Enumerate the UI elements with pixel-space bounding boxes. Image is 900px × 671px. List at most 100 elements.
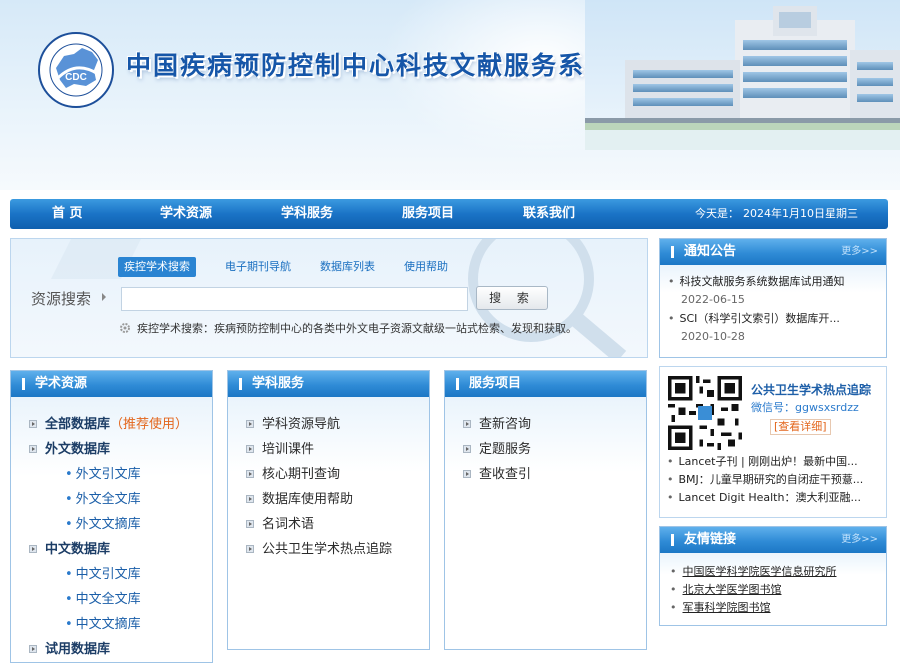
panel-body: 查新咨询 定题服务 查收查引 (445, 397, 646, 649)
arrow-bullet-icon (29, 445, 37, 453)
tab-cdc-academic-search[interactable]: 疾控学术搜索 (118, 257, 196, 277)
novelty-search-link[interactable]: 查新咨询 (463, 412, 531, 437)
header-bar-icon (671, 534, 674, 546)
header-bar-icon (456, 378, 459, 390)
dot-icon: • (65, 617, 73, 632)
nav-contact-us[interactable]: 联系我们 (523, 199, 575, 229)
link-label: 外文引文库 (75, 467, 141, 482)
nav-home[interactable]: 首 页 (52, 199, 83, 229)
dot-icon: • (65, 567, 73, 582)
header-bar-icon (671, 246, 674, 258)
date-display: 今天是： 2024年1月10日星期三 (695, 199, 858, 229)
link-label: 军事科学院图书馆 (682, 601, 771, 614)
wechat-box: 公共卫生学术热点追踪 微信号：ggwsxsrdzz [查看详细] • Lancet… (659, 366, 887, 518)
link-label: 外文文摘库 (75, 517, 141, 532)
friendly-link[interactable]: • 北京大学医学图书馆 (670, 581, 782, 599)
friendly-link[interactable]: • 中国医学科学院医学信息研究所 (670, 563, 837, 581)
link-label: 公共卫生学术热点追踪 (262, 542, 393, 557)
panel-header: 学术资源 (11, 371, 212, 397)
notice-panel: 通知公告 更多>> • 科技文献服务系统数据库试用通知 2022-06-15 • S… (659, 238, 887, 358)
gear-icon (120, 323, 130, 333)
dot-icon: • (670, 565, 677, 578)
foreign-databases-link[interactable]: 外文数据库 (29, 437, 110, 462)
panel-title: 学术资源 (35, 376, 88, 391)
all-databases-link[interactable]: 全部数据库（推荐使用） (29, 412, 188, 437)
recommend-tag: （推荐使用） (110, 417, 189, 432)
tab-database-list[interactable]: 数据库列表 (320, 257, 375, 277)
wechat-article-item[interactable]: • Lancet子刊 | 刚刚出炉！最新中国... (667, 453, 879, 471)
panel-header: 通知公告 更多>> (660, 239, 886, 265)
more-link[interactable]: 更多>> (841, 527, 878, 553)
arrow-bullet-icon (246, 495, 254, 503)
arrow-bullet-icon (246, 470, 254, 478)
foreign-fulltext-db-link[interactable]: • 外文全文库 (65, 487, 141, 512)
view-detail-button[interactable]: [查看详细] (770, 419, 831, 435)
chinese-abstract-db-link[interactable]: • 中文文摘库 (65, 612, 141, 637)
article-title: Lancet子刊 | 刚刚出炉！最新中国... (678, 455, 858, 468)
panel-body: 学科资源导航 培训课件 核心期刊查询 数据库使用帮助 名词术语 公共卫生学术热点… (228, 397, 429, 649)
qr-code (668, 376, 742, 450)
link-label: 试用数据库 (45, 642, 111, 657)
search-input[interactable] (121, 287, 468, 311)
date-value: 2024年1月10日星期三 (743, 207, 858, 220)
friendly-links-panel: 友情链接 更多>> • 中国医学科学院医学信息研究所 • 北京大学医学图书馆 • 军事… (659, 526, 887, 626)
friendly-link[interactable]: • 军事科学院图书馆 (670, 599, 771, 617)
main-nav: 首 页 学术资源 学科服务 服务项目 联系我们 今天是： 2024年1月10日星期… (10, 199, 888, 229)
notice-item[interactable]: • 科技文献服务系统数据库试用通知 (668, 273, 878, 291)
tab-ejournal-navigation[interactable]: 电子期刊导航 (225, 257, 291, 277)
wechat-article-item[interactable]: • Lancet Digit Health：澳大利亚融... (667, 489, 879, 507)
trial-databases-link[interactable]: 试用数据库 (29, 637, 110, 662)
arrow-bullet-icon (246, 520, 254, 528)
panel-title: 通知公告 (684, 244, 737, 259)
header-bar-icon (239, 378, 242, 390)
link-label: 全部数据库 (45, 417, 111, 432)
citation-search-link[interactable]: 查收查引 (463, 462, 531, 487)
arrow-bullet-icon (246, 545, 254, 553)
nav-subject-services[interactable]: 学科服务 (281, 199, 333, 229)
wechat-article-item[interactable]: • BMJ：儿童早期研究的自闭症干预薏... (667, 471, 879, 489)
nav-service-items[interactable]: 服务项目 (402, 199, 454, 229)
subject-services-panel: 学科服务 学科资源导航 培训课件 核心期刊查询 数据库使用帮助 名词术语 公共卫… (227, 370, 430, 650)
dot-icon: • (667, 473, 674, 486)
link-label: 名词术语 (262, 517, 315, 532)
topic-service-link[interactable]: 定题服务 (463, 437, 531, 462)
cdc-logo[interactable]: CDC (36, 30, 116, 110)
foreign-citation-db-link[interactable]: • 外文引文库 (65, 462, 141, 487)
chinese-fulltext-db-link[interactable]: • 中文全文库 (65, 587, 141, 612)
dot-icon: • (65, 517, 73, 532)
article-title: Lancet Digit Health：澳大利亚融... (678, 491, 861, 504)
service-items-panel: 服务项目 查新咨询 定题服务 查收查引 (444, 370, 647, 650)
search-button[interactable]: 搜 索 (476, 286, 548, 310)
notice-item[interactable]: • SCI（科学引文索引）数据库开... (668, 310, 878, 328)
more-link[interactable]: 更多>> (841, 239, 878, 265)
public-health-hotspot-link[interactable]: 公共卫生学术热点追踪 (246, 537, 392, 562)
notice-title: 科技文献服务系统数据库试用通知 (679, 275, 845, 288)
tab-usage-help[interactable]: 使用帮助 (404, 257, 448, 277)
terminology-link[interactable]: 名词术语 (246, 512, 314, 537)
panel-header: 服务项目 (445, 371, 646, 397)
link-label: 学科资源导航 (262, 417, 341, 432)
foreign-abstract-db-link[interactable]: • 外文文摘库 (65, 512, 141, 537)
search-label: 资源搜索 (31, 290, 92, 308)
link-label: 中国医学科学院医学信息研究所 (682, 565, 837, 578)
core-journal-query-link[interactable]: 核心期刊查询 (246, 462, 340, 487)
dot-icon: • (667, 455, 674, 468)
wechat-id: 微信号：ggwsxsrdzz (751, 401, 859, 414)
arrow-bullet-icon (29, 645, 37, 653)
chinese-databases-link[interactable]: 中文数据库 (29, 537, 110, 562)
dot-icon: • (670, 583, 677, 596)
subject-resource-nav-link[interactable]: 学科资源导航 (246, 412, 340, 437)
database-help-link[interactable]: 数据库使用帮助 (246, 487, 353, 512)
header-bar-icon (22, 378, 25, 390)
panel-header: 学科服务 (228, 371, 429, 397)
chinese-citation-db-link[interactable]: • 中文引文库 (65, 562, 141, 587)
wechat-title: 公共卫生学术热点追踪 (751, 383, 872, 397)
nav-academic-resources[interactable]: 学术资源 (160, 199, 212, 229)
link-label: 培训课件 (262, 442, 315, 457)
dot-icon: • (670, 601, 677, 614)
link-label: 外文数据库 (45, 442, 111, 457)
dot-icon: • (65, 592, 73, 607)
training-courseware-link[interactable]: 培训课件 (246, 437, 314, 462)
link-label: 中文全文库 (75, 592, 141, 607)
panel-title: 服务项目 (469, 376, 522, 391)
